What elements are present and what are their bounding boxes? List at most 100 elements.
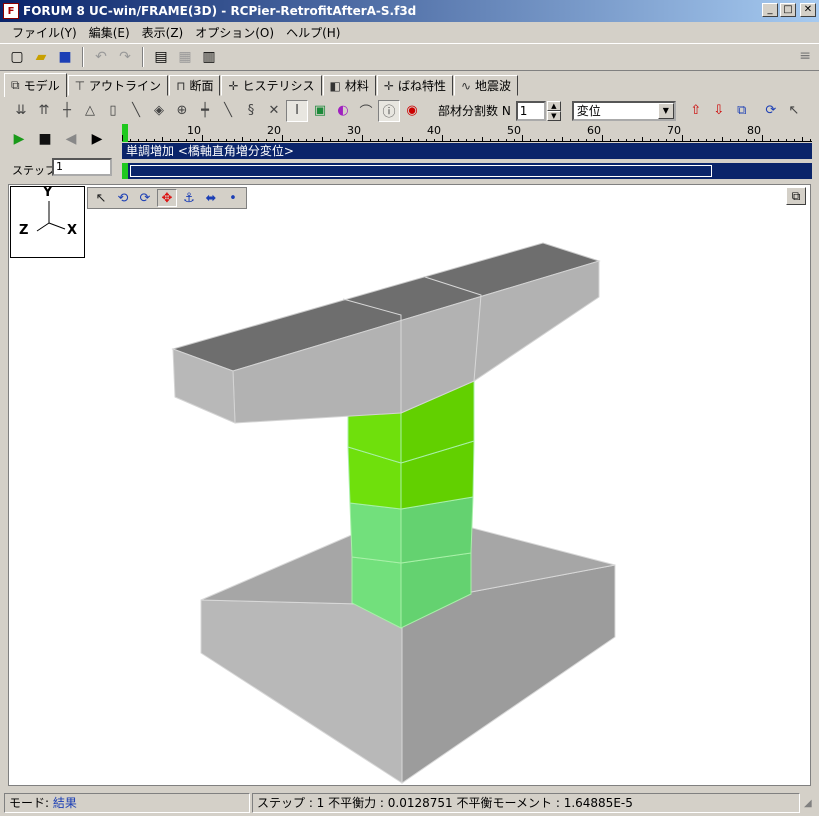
ruler-tick-label: 80 bbox=[747, 124, 761, 137]
pointer-icon[interactable]: ↖ bbox=[783, 100, 805, 122]
tab-material[interactable]: ◧ 材料 bbox=[322, 75, 376, 96]
stop-icon[interactable]: ■ bbox=[36, 130, 54, 148]
analysis-track[interactable]: 単調増加 <橋軸直角増分変位> bbox=[122, 143, 812, 159]
divide-count-label: 部材分割数 N bbox=[438, 104, 511, 118]
open-folder-icon[interactable]: ▰ bbox=[30, 46, 52, 68]
menu-view[interactable]: 表示(Z) bbox=[136, 24, 190, 41]
ruler-tick bbox=[138, 139, 139, 141]
resize-grip-icon[interactable]: ◢ bbox=[804, 798, 812, 809]
cross-icon[interactable]: ┿ bbox=[194, 100, 216, 122]
chevron-down-icon[interactable]: ▼ bbox=[657, 102, 674, 119]
restore-view-icon[interactable]: ⧉ bbox=[786, 187, 806, 205]
export-down-icon[interactable]: ⇩ bbox=[708, 100, 730, 122]
zoom-icon[interactable]: ⬌ bbox=[201, 189, 221, 207]
mass-icon[interactable]: ▯ bbox=[102, 100, 124, 122]
tab-label: ばね特性 bbox=[397, 79, 446, 93]
play-icon[interactable]: ▶ bbox=[10, 130, 28, 148]
node-icon[interactable]: ┼ bbox=[56, 100, 78, 122]
step-track[interactable] bbox=[122, 163, 812, 179]
ruler-tick bbox=[338, 139, 339, 141]
multi-export-icon[interactable]: ⧉ bbox=[731, 100, 753, 122]
timeline-ruler[interactable]: 10 20 30 40 50 60 70 80 bbox=[122, 124, 812, 142]
divide-count-spinner[interactable]: ▲ ▼ bbox=[546, 100, 561, 121]
tab-outline[interactable]: ⊤ アウトライン bbox=[67, 75, 169, 96]
ruler-tick-label: 40 bbox=[427, 124, 441, 137]
spring-element-icon[interactable]: § bbox=[240, 100, 262, 122]
tab-spring[interactable]: ✛ ばね特性 bbox=[376, 75, 453, 96]
rotate-icon[interactable]: ◈ bbox=[148, 100, 170, 122]
close-button[interactable]: ✕ bbox=[800, 3, 816, 17]
target-icon[interactable]: ◉ bbox=[401, 100, 423, 122]
display-type-select[interactable]: 変位 ▼ bbox=[571, 100, 676, 121]
ruler-tick bbox=[658, 139, 659, 141]
status-mode-value: 結果 bbox=[52, 796, 77, 810]
menu-edit[interactable]: 編集(E) bbox=[83, 24, 136, 41]
save-icon[interactable]: ■ bbox=[54, 46, 76, 68]
print-preview-icon[interactable]: ▤ bbox=[150, 46, 172, 68]
report-icon[interactable]: ▥ bbox=[198, 46, 220, 68]
dot-icon[interactable]: • bbox=[223, 189, 243, 207]
divide-count-input[interactable]: 1 bbox=[515, 100, 546, 121]
anchor-icon[interactable]: ⚓ bbox=[179, 189, 199, 207]
menu-file[interactable]: ファイル(Y) bbox=[6, 24, 83, 41]
pan-icon[interactable]: ✥ bbox=[157, 189, 177, 207]
export-up-icon[interactable]: ⇧ bbox=[685, 100, 707, 122]
support-icon[interactable]: △ bbox=[79, 100, 101, 122]
ruler-tick bbox=[578, 139, 579, 141]
ruler-tick bbox=[794, 139, 795, 141]
ruler-tick bbox=[418, 139, 419, 141]
step-input[interactable]: 1 bbox=[52, 158, 112, 176]
step-track-cursor[interactable] bbox=[122, 163, 128, 179]
ruler-tick bbox=[290, 139, 291, 141]
i-beam-icon[interactable]: Ⅰ bbox=[286, 99, 308, 122]
info-icon[interactable]: ⓘ bbox=[378, 99, 400, 122]
ruler-tick bbox=[274, 139, 275, 141]
ruler-tick bbox=[674, 139, 675, 141]
ruler-tick bbox=[562, 137, 563, 141]
node-move-icon[interactable]: ⊕ bbox=[171, 100, 193, 122]
ruler-tick bbox=[258, 139, 259, 141]
tab-hysteresis[interactable]: ✛ ヒステリシス bbox=[221, 75, 322, 96]
maximize-button[interactable]: □ bbox=[780, 3, 796, 17]
ruler-tick bbox=[370, 139, 371, 141]
ruler-tick bbox=[458, 139, 459, 141]
link-icon[interactable]: ✕ bbox=[263, 100, 285, 122]
distributed-load-icon[interactable]: ⇈ bbox=[33, 100, 55, 122]
tab-section[interactable]: ⊓ 断面 bbox=[169, 75, 221, 96]
load-icon[interactable]: ⇊ bbox=[10, 100, 32, 122]
ruler-tick bbox=[762, 135, 763, 141]
ruler-tick bbox=[634, 139, 635, 141]
calculator-icon[interactable]: ▦ bbox=[174, 46, 196, 68]
step-forward-icon[interactable]: ▶ bbox=[88, 130, 106, 148]
ruler-tick bbox=[162, 137, 163, 141]
minimize-button[interactable]: _ bbox=[762, 3, 778, 17]
ruler-tick bbox=[282, 135, 283, 141]
ruler-tick bbox=[474, 139, 475, 141]
undo-icon[interactable]: ↶ bbox=[90, 46, 112, 68]
toolbar-options-icon[interactable]: ≡ bbox=[799, 48, 811, 64]
tab-label: アウトライン bbox=[89, 79, 162, 93]
rotate-y-icon[interactable]: ⟳ bbox=[135, 189, 155, 207]
select-pointer-icon[interactable]: ↖ bbox=[91, 189, 111, 207]
refresh-icon[interactable]: ⟳ bbox=[760, 100, 782, 122]
ruler-tick bbox=[410, 139, 411, 141]
menu-options[interactable]: オプション(O) bbox=[189, 24, 280, 41]
step-track-selection[interactable] bbox=[130, 165, 712, 177]
model-viewport[interactable]: Y Z X ↖ ⟲ ⟳ ✥ ⚓ ⬌ • ⧉ bbox=[8, 184, 811, 786]
ruler-tick bbox=[450, 139, 451, 141]
rotate-x-icon[interactable]: ⟲ bbox=[113, 189, 133, 207]
step-back-icon[interactable]: ◀ bbox=[62, 130, 80, 148]
new-icon[interactable]: ▢ bbox=[6, 46, 28, 68]
render-icon[interactable]: ◐ bbox=[332, 100, 354, 122]
diagonal-icon[interactable]: ╲ bbox=[217, 100, 239, 122]
deform-icon[interactable]: ⌒ bbox=[355, 100, 377, 122]
tab-seismic-wave[interactable]: ∿ 地震波 bbox=[453, 75, 519, 96]
pier-3d-model[interactable] bbox=[9, 185, 811, 786]
ruler-tick bbox=[722, 137, 723, 141]
color-map-icon[interactable]: ▣ bbox=[309, 100, 331, 122]
ruler-tick bbox=[802, 137, 803, 141]
menu-help[interactable]: ヘルプ(H) bbox=[280, 24, 346, 41]
member-icon[interactable]: ╲ bbox=[125, 100, 147, 122]
redo-icon[interactable]: ↷ bbox=[114, 46, 136, 68]
tab-model[interactable]: ⧉ モデル bbox=[4, 73, 67, 97]
